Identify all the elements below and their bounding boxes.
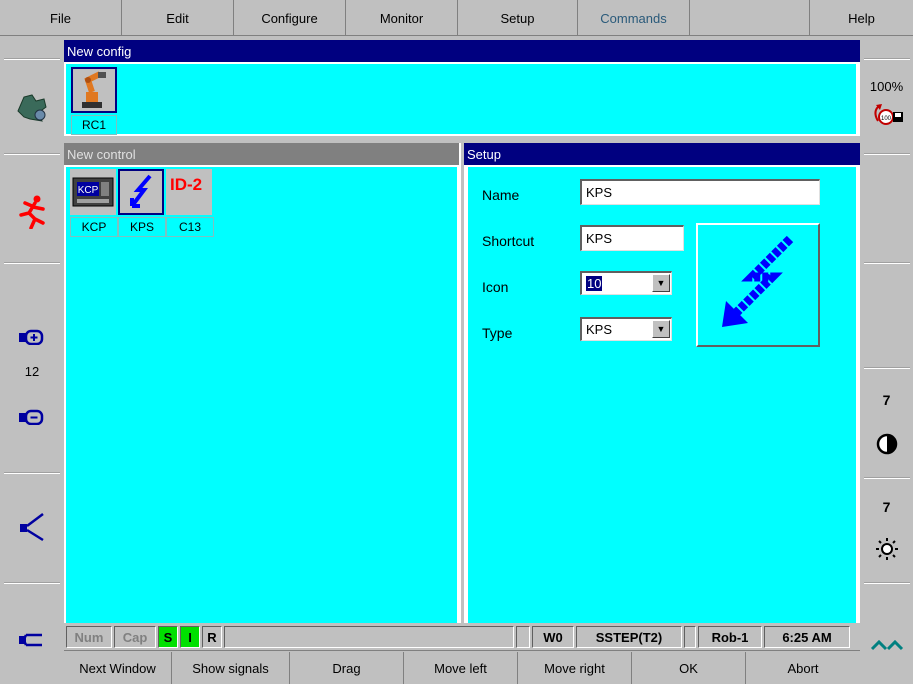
show-signals-button[interactable]: Show signals bbox=[172, 652, 290, 684]
gripper-open-icon bbox=[20, 513, 44, 542]
id-2-badge: ID-2 bbox=[170, 175, 202, 194]
status-r: R bbox=[202, 626, 222, 648]
drag-button[interactable]: Drag bbox=[290, 652, 404, 684]
type-select[interactable]: KPS ▼ bbox=[580, 317, 672, 341]
run-button[interactable] bbox=[6, 177, 58, 247]
control-workspace: KCP ID-2 KCP KPS C13 bbox=[66, 167, 457, 623]
icon-select-dropdown-icon[interactable]: ▼ bbox=[652, 274, 670, 292]
setup-window-title: Setup bbox=[464, 143, 860, 165]
lightning-arrow-icon bbox=[722, 235, 794, 327]
config-item-rc1[interactable] bbox=[71, 67, 117, 113]
menu-configure[interactable]: Configure bbox=[234, 0, 346, 36]
shortcut-field[interactable]: KPS bbox=[580, 225, 684, 251]
contrast-icon bbox=[876, 433, 898, 455]
control-item-label-kcp: KCP bbox=[70, 217, 118, 237]
menu-file[interactable]: File bbox=[0, 0, 122, 36]
move-right-button[interactable]: Move right bbox=[518, 652, 632, 684]
menu-monitor[interactable]: Monitor bbox=[346, 0, 458, 36]
robot-config-icon bbox=[17, 94, 47, 122]
override-100-icon: 100 bbox=[874, 104, 903, 125]
status-robot: Rob-1 bbox=[698, 626, 762, 648]
type-label: Type bbox=[482, 325, 513, 341]
jog-plus-icon bbox=[19, 329, 44, 345]
name-field[interactable]: KPS bbox=[580, 179, 820, 205]
left-value: 12 bbox=[24, 364, 40, 379]
status-mode: SSTEP(T2) bbox=[576, 626, 682, 648]
status-time: 6:25 AM bbox=[764, 626, 850, 648]
contrast-value: 7 bbox=[882, 392, 891, 408]
gripper-close-button[interactable] bbox=[6, 625, 58, 655]
jog-minus-icon bbox=[19, 409, 44, 425]
status-w: W0 bbox=[532, 626, 574, 648]
id-2-icon: ID-2 bbox=[170, 175, 202, 194]
gripper-close-icon bbox=[19, 633, 42, 647]
left-softkey-panel: 12 bbox=[0, 37, 64, 684]
status-blank-2 bbox=[684, 626, 696, 648]
status-s: S bbox=[158, 626, 178, 648]
override-button[interactable]: 100 bbox=[864, 97, 910, 131]
brightness-icon bbox=[876, 538, 898, 560]
robot-config-button[interactable] bbox=[6, 67, 58, 147]
status-i: I bbox=[180, 626, 200, 648]
double-chevron-up-icon bbox=[870, 639, 904, 651]
setup-workspace: Name KPS Shortcut KPS Icon 10 ▼ Type KPS… bbox=[468, 167, 856, 623]
control-item-c13[interactable]: ID-2 bbox=[166, 169, 212, 215]
icon-select-value: 10 bbox=[586, 276, 603, 291]
config-item-label: RC1 bbox=[71, 115, 117, 135]
jog-minus-button[interactable] bbox=[6, 402, 58, 432]
right-softkey-panel: 100% 100 7 7 bbox=[860, 37, 913, 684]
scroll-up-button[interactable] bbox=[864, 632, 910, 658]
name-label: Name bbox=[482, 187, 520, 203]
icon-label: Icon bbox=[482, 279, 509, 295]
robot-arm-icon bbox=[82, 71, 106, 108]
type-select-dropdown-icon[interactable]: ▼ bbox=[652, 320, 670, 338]
ok-button[interactable]: OK bbox=[632, 652, 746, 684]
contrast-button[interactable] bbox=[864, 427, 910, 461]
icon-select[interactable]: 10 ▼ bbox=[580, 271, 672, 295]
control-window: New control KCP ID-2 KCP KPS C13 bbox=[64, 143, 461, 623]
menu-setup[interactable]: Setup bbox=[458, 0, 578, 36]
setup-window: Setup Name KPS Shortcut KPS Icon 10 ▼ Ty… bbox=[464, 143, 860, 623]
next-window-button[interactable]: Next Window bbox=[64, 652, 172, 684]
brightness-value: 7 bbox=[882, 499, 891, 515]
control-item-label-kps: KPS bbox=[118, 217, 166, 237]
move-left-button[interactable]: Move left bbox=[404, 652, 518, 684]
menu-edit[interactable]: Edit bbox=[122, 0, 234, 36]
control-item-kps[interactable] bbox=[118, 169, 164, 215]
override-value: 100% bbox=[869, 79, 904, 94]
brightness-button[interactable] bbox=[864, 532, 910, 566]
shortcut-label: Shortcut bbox=[482, 233, 535, 249]
menu-help[interactable]: Help bbox=[810, 0, 913, 36]
status-blank bbox=[516, 626, 530, 648]
icon-preview bbox=[696, 223, 820, 347]
menu-empty[interactable] bbox=[690, 0, 810, 36]
gripper-open-button[interactable] bbox=[6, 502, 58, 552]
kcp-badge: KCP bbox=[78, 185, 99, 196]
menu-bar: File Edit Configure Monitor Setup Comman… bbox=[0, 0, 913, 36]
type-select-value: KPS bbox=[586, 322, 613, 337]
config-window: New config RC1 bbox=[64, 40, 860, 136]
abort-button[interactable]: Abort bbox=[746, 652, 860, 684]
status-message bbox=[224, 626, 514, 648]
status-cap: Cap bbox=[114, 626, 156, 648]
control-item-label-c13: C13 bbox=[166, 217, 214, 237]
lightning-icon bbox=[130, 174, 152, 208]
jog-plus-button[interactable] bbox=[6, 322, 58, 352]
status-num: Num bbox=[66, 626, 112, 648]
config-window-title: New config bbox=[64, 40, 860, 62]
menu-commands[interactable]: Commands bbox=[578, 0, 690, 36]
control-item-kcp[interactable]: KCP bbox=[70, 169, 116, 215]
svg-text:100: 100 bbox=[881, 116, 892, 122]
kcp-icon: KCP bbox=[72, 177, 114, 207]
control-window-title: New control bbox=[64, 143, 459, 165]
config-workspace: RC1 bbox=[66, 64, 856, 135]
run-man-icon bbox=[19, 195, 45, 229]
